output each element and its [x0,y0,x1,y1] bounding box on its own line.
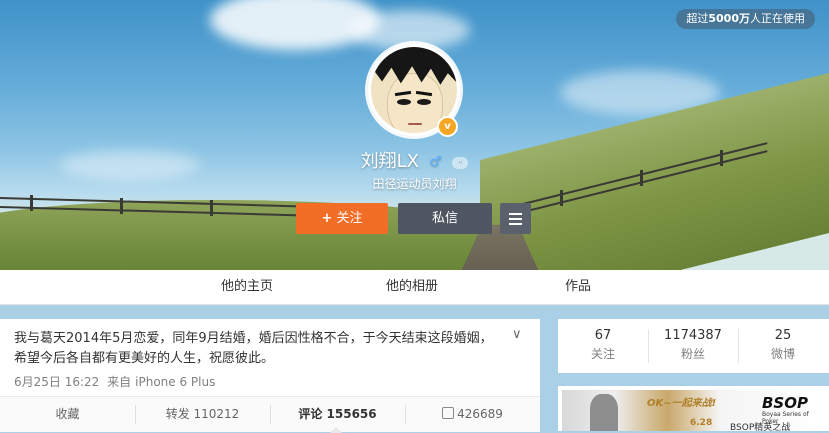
profile-stats: 67 关注 1174387 粉丝 25 微博 [558,319,829,373]
ad-logo-sub: Boyaa Series of Poker [762,411,809,425]
tab-home[interactable]: 他的主页 [221,270,273,304]
stat-posts[interactable]: 25 微博 [738,327,828,363]
post-card: 我与葛天2014年5月恋爱，同年9月结婚，婚后因性格不合，于今天结束这段婚姻，希… [0,319,540,433]
post-time[interactable]: 6月25日 16:22 [14,375,99,389]
stat-following[interactable]: 67 关注 [558,327,648,363]
level-icon[interactable]: ᐧᐧ [452,157,469,169]
message-button[interactable]: 私信 [398,203,492,234]
active-caret [330,427,342,433]
post-meta: 6月25日 16:22 来自 iPhone 6 Plus [14,373,219,390]
usage-badge: 超过5000万人正在使用 [676,9,815,29]
profile-name-row: 刘翔LX ♂ ᐧᐧ [0,147,829,173]
profile-subtitle: 田径运动员刘翔 [372,177,457,191]
ad-person [590,394,618,431]
fence-post [120,198,123,214]
profile-nav: 他的主页 他的相册 作品 [0,270,829,305]
male-icon: ♂ [429,154,442,170]
repost-button[interactable]: 转发 110212 [135,397,270,432]
avatar-eye [397,99,411,105]
verified-badge-icon: v [437,116,458,137]
stat-value: 25 [774,328,792,343]
usage-suffix: 人正在使用 [750,12,805,25]
fence-post [210,200,213,216]
stat-label: 关注 [590,347,615,361]
thumbs-up-icon [442,407,455,419]
like-count: 426689 [457,407,503,421]
usage-number: 5000万 [708,12,750,25]
fence-post [30,195,33,211]
chevron-down-icon[interactable]: ∨ [512,327,526,342]
stat-value: 1174387 [664,328,722,343]
stat-label: 微博 [770,347,795,361]
follow-button[interactable]: + 关注 [296,203,388,234]
avatar-mouth [408,123,422,125]
menu-icon [509,213,522,228]
ad-image: OK~一起来战! 6.28 BSOP精英之战 BSOP Boyaa Series… [562,390,825,431]
more-menu-button[interactable] [500,203,531,234]
post-actions: 收藏 转发 110212 评论 155656 426689 [0,396,540,433]
post-text: 我与葛天2014年5月恋爱，同年9月结婚，婚后因性格不合，于今天结束这段婚姻，希… [14,331,493,366]
stat-label: 粉丝 [680,347,705,361]
avatar-eye [417,99,431,105]
stat-followers[interactable]: 1174387 粉丝 [648,327,738,363]
fence-post [560,190,563,206]
like-button[interactable]: 426689 [405,397,540,432]
profile-name: 刘翔LX [360,151,419,172]
ad-date: 6.28 [690,418,713,428]
tab-works[interactable]: 作品 [565,270,591,304]
stat-value: 67 [594,328,612,343]
tab-album[interactable]: 他的相册 [386,270,438,304]
ad-banner[interactable]: OK~一起来战! 6.28 BSOP精英之战 BSOP Boyaa Series… [558,386,829,431]
plus-icon: + [321,211,333,226]
usage-prefix: 超过 [686,12,709,25]
ad-slogan: OK~一起来战! [647,398,717,409]
favorite-button[interactable]: 收藏 [0,397,135,432]
avatar[interactable]: v [368,44,460,137]
post-source-prefix: 来自 [107,375,132,389]
post-source[interactable]: iPhone 6 Plus [135,375,215,389]
follow-label: 关注 [336,211,363,226]
ad-logo: BSOP [762,394,808,412]
